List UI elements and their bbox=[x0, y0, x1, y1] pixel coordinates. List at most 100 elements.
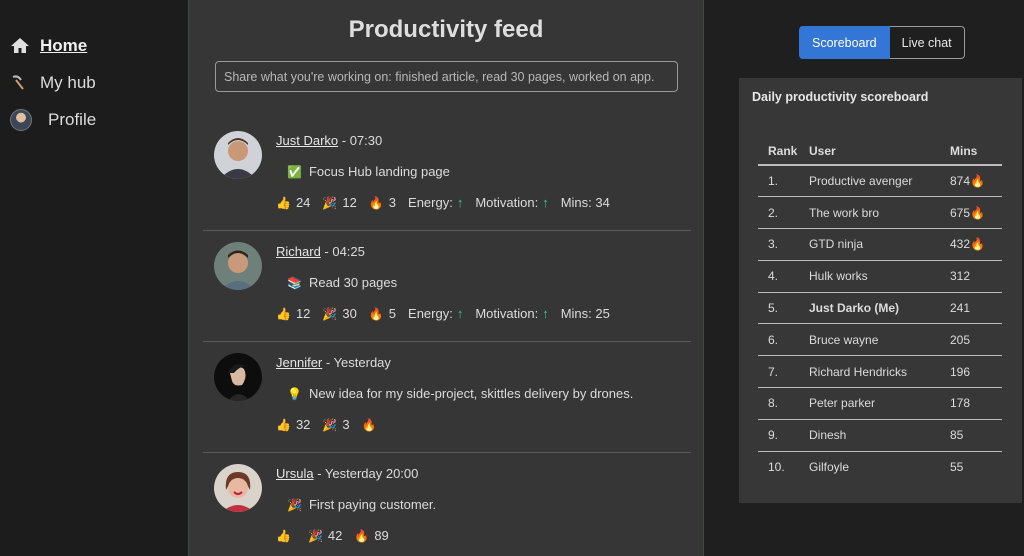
table-row: 10. Gilfoyle 55 bbox=[758, 451, 1002, 483]
like-count: 12 bbox=[295, 306, 311, 321]
scoreboard-panel: Daily productivity scoreboard Rank User … bbox=[739, 78, 1022, 503]
post-author-link[interactable]: Richard bbox=[276, 244, 321, 259]
fire-count: 89 bbox=[374, 528, 389, 543]
fire-reaction[interactable]: 🔥 89 bbox=[354, 528, 388, 543]
table-row: 7. Richard Hendricks 196 bbox=[758, 355, 1002, 389]
sidebar-item-profile[interactable]: Profile bbox=[0, 101, 188, 138]
post-header: Just Darko - 07:30 bbox=[276, 133, 382, 148]
like-reaction[interactable]: 👍 bbox=[276, 529, 296, 543]
page-title: Productivity feed bbox=[348, 16, 544, 43]
mins-cell: 205 bbox=[950, 323, 1002, 357]
party-reaction[interactable]: 🎉 12 bbox=[322, 195, 356, 210]
user-cell: Bruce wayne bbox=[809, 323, 950, 357]
post-text: First paying customer. bbox=[308, 497, 437, 512]
share-input[interactable] bbox=[215, 61, 678, 92]
post-stats: 👍 24 🎉 12 🔥 3 Energy: ↑ Motivation: ↑ Mins: 3… bbox=[276, 195, 622, 210]
table-row-current-user: 5. Just Darko (Me) 241 bbox=[758, 292, 1002, 325]
tab-live-chat[interactable]: Live chat bbox=[889, 26, 965, 59]
table-row: 1. Productive avenger 874🔥 bbox=[758, 165, 1002, 198]
user-cell: Productive avenger bbox=[809, 165, 950, 198]
scoreboard-table: Rank User Mins 1. Productive avenger 874🔥 … bbox=[758, 137, 1002, 483]
tab-scoreboard[interactable]: Scoreboard bbox=[799, 26, 890, 59]
user-cell: Just Darko (Me) bbox=[809, 292, 950, 325]
user-cell: Peter parker bbox=[809, 387, 950, 420]
fire-reaction[interactable]: 🔥 5 bbox=[369, 306, 396, 321]
energy-label: Energy: bbox=[408, 306, 453, 321]
like-reaction[interactable]: 👍 12 bbox=[276, 306, 310, 321]
sidebar: Home My hub Profile bbox=[0, 0, 188, 556]
post-body: ✅ Focus Hub landing page bbox=[287, 164, 450, 179]
like-reaction[interactable]: 👍 32 bbox=[276, 417, 310, 432]
like-reaction[interactable]: 👍 24 bbox=[276, 195, 310, 210]
mins-cell: 241 bbox=[950, 292, 1002, 325]
column-header-user: User bbox=[809, 137, 950, 166]
party-reaction[interactable]: 🎉 42 bbox=[308, 528, 342, 543]
fire-count: 3 bbox=[388, 195, 397, 210]
party-reaction[interactable]: 🎉 30 bbox=[322, 306, 356, 321]
avatar[interactable] bbox=[214, 464, 262, 512]
post-time: - 04:25 bbox=[320, 244, 365, 259]
fire-icon: 🔥 bbox=[361, 417, 377, 432]
party-popper-icon: 🎉 bbox=[322, 195, 338, 210]
lightbulb-icon: 💡 bbox=[287, 386, 302, 401]
sidebar-item-home[interactable]: Home bbox=[0, 27, 188, 64]
rank-cell: 2. bbox=[758, 196, 809, 230]
fire-reaction[interactable]: 🔥 bbox=[362, 418, 382, 432]
post-header: Richard - 04:25 bbox=[276, 244, 365, 259]
rank-cell: 4. bbox=[758, 260, 809, 293]
rank-cell: 1. bbox=[758, 165, 809, 198]
energy-indicator: Energy: ↑ bbox=[408, 306, 463, 321]
party-popper-icon: 🎉 bbox=[322, 417, 338, 432]
arrow-up-icon: ↑ bbox=[456, 195, 464, 210]
post-author-link[interactable]: Ursula bbox=[276, 466, 314, 481]
avatar[interactable] bbox=[214, 131, 262, 179]
motivation-indicator: Motivation: ↑ bbox=[475, 195, 548, 210]
rank-cell: 8. bbox=[758, 387, 809, 420]
mins-cell: 432🔥 bbox=[950, 228, 1002, 261]
mins-cell: 196 bbox=[950, 355, 1002, 389]
post-body: 🎉 First paying customer. bbox=[287, 497, 436, 512]
home-icon bbox=[10, 37, 34, 54]
post-time: - Yesterday bbox=[322, 355, 391, 370]
mins-cell: 178 bbox=[950, 387, 1002, 420]
post-header: Ursula - Yesterday 20:00 bbox=[276, 466, 418, 481]
party-count: 3 bbox=[342, 417, 350, 432]
mins-cell: 312 bbox=[950, 260, 1002, 293]
post-text: Read 30 pages bbox=[308, 275, 398, 290]
user-cell: GTD ninja bbox=[809, 228, 950, 261]
table-header-row: Rank User Mins bbox=[758, 137, 1002, 166]
feed-post: Just Darko - 07:30 ✅ Focus Hub landing p… bbox=[203, 120, 691, 231]
fire-icon: 🔥 bbox=[368, 306, 384, 321]
post-stats: 👍 🎉 42 🔥 89 bbox=[276, 528, 401, 543]
fire-reaction[interactable]: 🔥 3 bbox=[369, 195, 396, 210]
post-time: - Yesterday 20:00 bbox=[313, 466, 419, 481]
avatar[interactable] bbox=[214, 353, 262, 401]
thumbs-up-icon: 👍 bbox=[276, 195, 291, 210]
rank-cell: 9. bbox=[758, 419, 809, 452]
sidebar-item-label: Profile bbox=[48, 109, 97, 129]
mins-cell: 85 bbox=[950, 419, 1002, 452]
party-popper-icon: 🎉 bbox=[307, 528, 323, 543]
energy-indicator: Energy: ↑ bbox=[408, 195, 463, 210]
table-row: 3. GTD ninja 432🔥 bbox=[758, 228, 1002, 261]
post-stats: 👍 12 🎉 30 🔥 5 Energy: ↑ Motivation: ↑ Mins: 2… bbox=[276, 306, 622, 321]
profile-avatar-wrap bbox=[10, 108, 34, 131]
post-body: 💡 New idea for my side-project, skittles… bbox=[287, 386, 633, 401]
rank-cell: 6. bbox=[758, 323, 809, 357]
post-author-link[interactable]: Just Darko bbox=[276, 133, 338, 148]
arrow-up-icon: ↑ bbox=[456, 306, 464, 321]
post-stats: 👍 32 🎉 3 🔥 bbox=[276, 417, 394, 432]
table-row: 4. Hulk works 312 bbox=[758, 260, 1002, 293]
column-header-rank: Rank bbox=[758, 137, 809, 166]
post-author-link[interactable]: Jennifer bbox=[276, 355, 322, 370]
table-row: 6. Bruce wayne 205 bbox=[758, 323, 1002, 357]
post-text: New idea for my side-project, skittles d… bbox=[308, 386, 634, 401]
thumbs-up-icon: 👍 bbox=[276, 417, 291, 432]
table-row: 9. Dinesh 85 bbox=[758, 419, 1002, 452]
user-cell: Richard Hendricks bbox=[809, 355, 950, 389]
feed: Productivity feed Just Darko - 07:30 ✅ F… bbox=[188, 0, 704, 556]
party-reaction[interactable]: 🎉 3 bbox=[322, 417, 349, 432]
sidebar-item-my-hub[interactable]: My hub bbox=[0, 64, 188, 101]
avatar[interactable] bbox=[214, 242, 262, 290]
like-count: 32 bbox=[295, 417, 311, 432]
